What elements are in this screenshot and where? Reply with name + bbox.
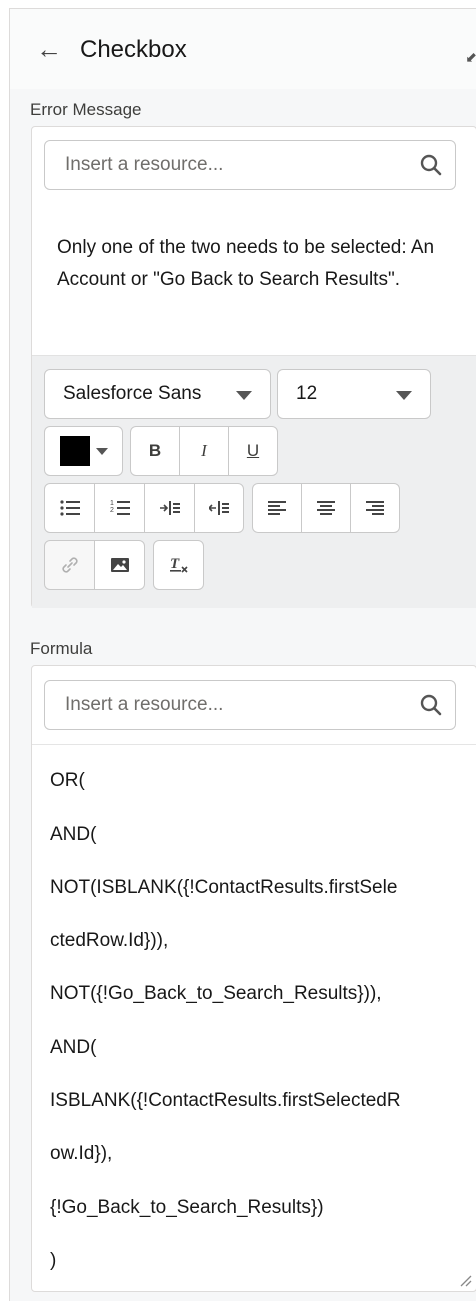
align-right-icon <box>366 501 384 515</box>
search-icon[interactable] <box>419 693 443 717</box>
clear-formatting-button[interactable]: T <box>153 540 204 590</box>
formula-editor[interactable]: Insert a resource... OR( AND( NOT(ISBLAN… <box>31 665 476 1292</box>
formula-line: ISBLANK({!ContactResults.firstSelectedR <box>50 1090 401 1111</box>
numbered-list-button[interactable]: 1 2 <box>94 483 145 533</box>
formula-line: AND( <box>50 824 97 845</box>
error-message-text[interactable]: Only one of the two needs to be selected… <box>57 232 437 296</box>
align-center-button[interactable] <box>301 483 351 533</box>
formula-line: NOT({!Go_Back_to_Search_Results})), <box>50 983 382 1004</box>
font-family-select[interactable]: Salesforce Sans <box>44 369 271 419</box>
resize-handle-icon[interactable] <box>458 1273 472 1287</box>
svg-text:1: 1 <box>110 500 114 507</box>
error-message-label: Error Message <box>30 100 142 119</box>
indent-icon <box>159 501 180 515</box>
bulleted-list-button[interactable] <box>44 483 95 533</box>
bold-button[interactable]: B <box>130 426 180 476</box>
formula-line: ) <box>50 1250 57 1271</box>
rich-text-toolbar: Salesforce Sans 12 B I U 1 2 T <box>32 355 476 608</box>
formula-search-placeholder: Insert a resource... <box>65 694 224 715</box>
color-swatch <box>59 436 90 466</box>
error-resource-search[interactable]: Insert a resource... <box>44 140 456 190</box>
italic-button[interactable]: I <box>179 426 229 476</box>
font-family-value: Salesforce Sans <box>63 383 202 404</box>
formula-line: OR( <box>50 770 85 791</box>
divider <box>32 744 476 745</box>
search-icon[interactable] <box>419 153 443 177</box>
align-right-button[interactable] <box>350 483 400 533</box>
link-icon <box>61 557 78 573</box>
font-size-value: 12 <box>296 383 318 404</box>
numbered-list-icon: 1 2 <box>110 500 130 515</box>
outdent-icon <box>209 501 229 515</box>
formula-line: ow.Id}), <box>50 1143 113 1164</box>
chevron-down-icon <box>236 391 252 400</box>
formula-line: NOT(ISBLANK({!ContactResults.firstSele <box>50 877 398 898</box>
back-arrow-icon[interactable]: ← <box>36 33 62 65</box>
formula-resource-search[interactable]: Insert a resource... <box>44 680 456 730</box>
align-center-icon <box>317 501 335 515</box>
checkbox-panel: ← Checkbox ⬋ Error Message Insert a reso… <box>9 8 476 1301</box>
indent-button[interactable] <box>144 483 195 533</box>
formula-line: AND( <box>50 1037 97 1058</box>
panel-title: Checkbox <box>80 36 187 63</box>
error-search-placeholder: Insert a resource... <box>65 154 224 175</box>
formula-line: {!Go_Back_to_Search_Results}) <box>50 1197 324 1218</box>
align-left-button[interactable] <box>252 483 302 533</box>
resize-icon: ⬋ <box>465 49 476 65</box>
panel-header: ← Checkbox ⬋ <box>10 9 476 89</box>
svg-text:2: 2 <box>110 507 114 514</box>
underline-button[interactable]: U <box>228 426 278 476</box>
outdent-button[interactable] <box>194 483 244 533</box>
text-color-button[interactable] <box>44 426 123 476</box>
link-button[interactable] <box>44 540 95 590</box>
formula-label: Formula <box>30 639 93 658</box>
clear-formatting-icon: T <box>169 556 188 573</box>
align-left-icon <box>268 501 286 515</box>
svg-text:T: T <box>170 556 180 572</box>
font-size-select[interactable]: 12 <box>277 369 431 419</box>
chevron-down-icon <box>95 447 108 455</box>
image-icon <box>110 558 129 572</box>
formula-line: ctedRow.Id})), <box>50 930 169 951</box>
bulleted-list-icon <box>59 500 80 516</box>
chevron-down-icon <box>396 391 412 400</box>
error-message-editor: Insert a resource... Only one of the two… <box>31 126 476 608</box>
image-button[interactable] <box>94 540 145 590</box>
